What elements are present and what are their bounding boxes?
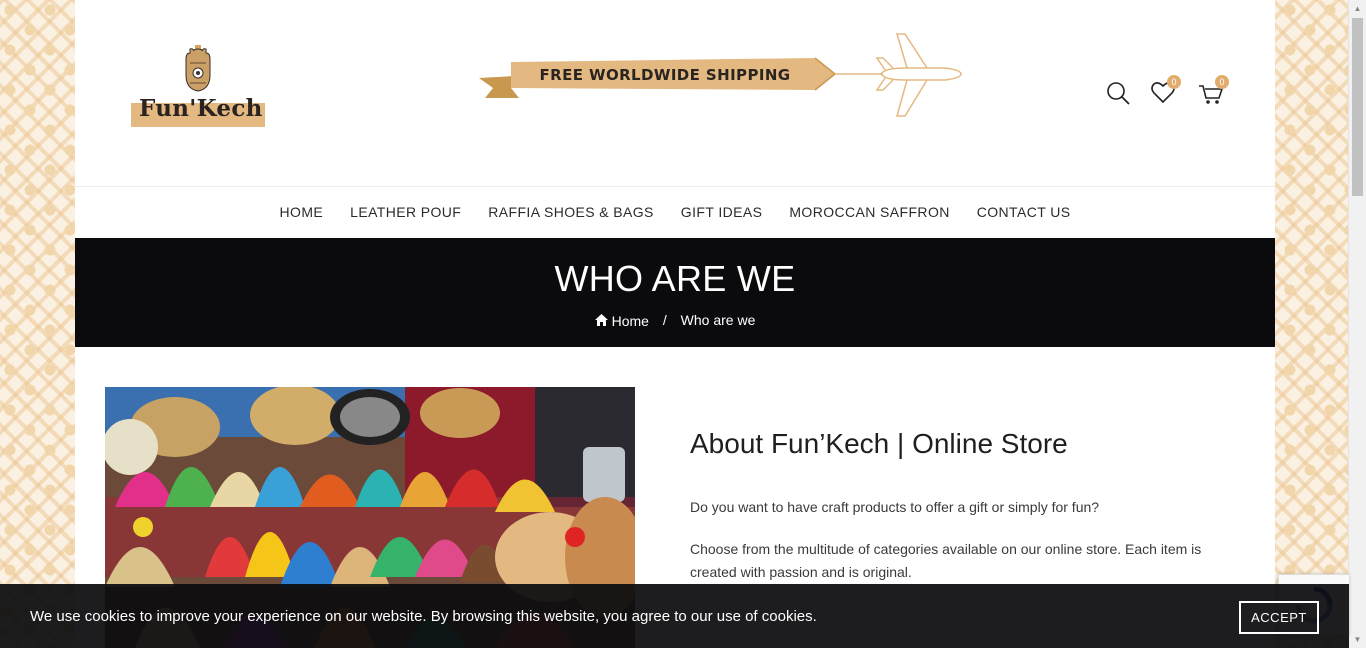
nav-item-leather-pouf[interactable]: LEATHER POUF — [337, 187, 475, 237]
nav-item-moroccan-saffron[interactable]: MOROCCAN SAFFRON — [776, 187, 963, 237]
cart-button[interactable]: 0 — [1197, 75, 1229, 110]
breadcrumb-separator: / — [662, 312, 667, 329]
home-icon — [594, 313, 608, 326]
site-logo[interactable]: Fun'Kech — [131, 45, 265, 127]
about-paragraph-2: Choose from the multitude of categories … — [690, 541, 1202, 580]
about-heading: About Fun’Kech | Online Store — [690, 428, 1068, 459]
cookie-consent-bar: We use cookies to improve your experienc… — [0, 584, 1349, 648]
nav-item-raffia-shoes-bags[interactable]: RAFFIA SHOES & BAGS — [475, 187, 668, 237]
search-icon — [1107, 82, 1130, 105]
accept-cookies-button[interactable]: ACCEPT — [1239, 601, 1319, 634]
page-title: WHO ARE WE — [554, 258, 796, 299]
nav-item-home[interactable]: HOME — [266, 187, 337, 237]
wishlist-button[interactable]: 0 — [1149, 75, 1181, 110]
cookie-message: We use cookies to improve your experienc… — [30, 608, 817, 625]
breadcrumb: Home / Who are we — [75, 311, 1275, 329]
shipping-promo-banner: FREE WORLDWIDE SHIPPING — [475, 30, 965, 122]
logo-text: Fun'Kech — [139, 95, 263, 122]
breadcrumb-home-label: Home — [611, 312, 649, 329]
wishlist-count-badge: 0 — [1167, 75, 1181, 89]
nav-item-contact-us[interactable]: CONTACT US — [963, 187, 1084, 237]
promo-text: FREE WORLDWIDE SHIPPING — [539, 66, 791, 84]
page-scrollbar[interactable]: ▲ ▼ — [1348, 0, 1366, 648]
search-button[interactable] — [1105, 78, 1137, 110]
scrollbar-thumb[interactable] — [1352, 18, 1363, 196]
cart-count-badge: 0 — [1215, 75, 1229, 89]
hamsa-icon — [185, 45, 211, 92]
about-paragraph-1: Do you want to have craft products to of… — [690, 499, 1100, 515]
page-container: Fun'Kech FREE WORLDWIDE SHIPPING 0 0 HOM… — [75, 0, 1275, 648]
breadcrumb-home-link[interactable]: Home — [594, 312, 649, 329]
scroll-up-arrow-icon[interactable]: ▲ — [1349, 0, 1366, 17]
breadcrumb-current: Who are we — [680, 312, 756, 329]
page-title-banner: WHO ARE WE Home / Who are we — [75, 238, 1275, 347]
nav-item-gift-ideas[interactable]: GIFT IDEAS — [667, 187, 776, 237]
main-navigation: HOME LEATHER POUF RAFFIA SHOES & BAGS GI… — [75, 186, 1275, 239]
scroll-down-arrow-icon[interactable]: ▼ — [1349, 631, 1366, 648]
about-section: About Fun’Kech | Online Store Do you wan… — [690, 428, 1250, 580]
